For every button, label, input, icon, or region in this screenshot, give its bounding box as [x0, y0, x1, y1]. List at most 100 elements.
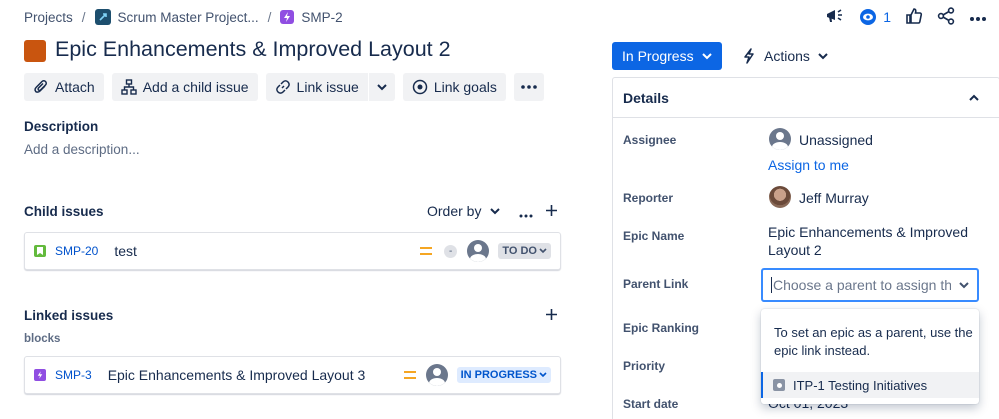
description-field[interactable]: Add a description...	[24, 142, 140, 157]
epic-icon	[34, 369, 46, 381]
priority-label: Priority	[623, 359, 666, 373]
child-issue-row[interactable]: SMP-20 test - TO DO	[24, 232, 561, 270]
status-button-label: In Progress	[622, 48, 694, 64]
add-linked-issue-plus[interactable]	[545, 308, 558, 324]
chevron-down-icon	[539, 248, 547, 254]
child-issue-summary[interactable]: test	[114, 243, 137, 259]
assignee-avatar	[769, 128, 791, 150]
header-actions: 1	[825, 6, 987, 28]
breadcrumb-project[interactable]: Scrum Master Project...	[118, 10, 259, 25]
parent-dropdown-hint: To set an epic as a parent, use the epic…	[774, 325, 973, 358]
breadcrumb-issue[interactable]: SMP-2	[301, 10, 342, 25]
more-icon	[519, 214, 533, 218]
watch-button[interactable]: 1	[859, 8, 891, 26]
assignee-value[interactable]: Unassigned	[799, 132, 873, 148]
child-issues-more-button[interactable]	[519, 205, 533, 221]
priority-medium-icon	[403, 371, 416, 379]
start-date-label: Start date	[623, 397, 679, 411]
add-child-label: Add a child issue	[142, 79, 249, 95]
issue-title[interactable]: Epic Enhancements & Improved Layout 2	[55, 37, 451, 62]
more-icon[interactable]	[969, 9, 987, 25]
link-goals-button[interactable]: Link goals	[402, 73, 506, 101]
breadcrumb-separator: /	[267, 9, 272, 25]
attach-label: Attach	[55, 79, 95, 95]
paperclip-icon	[34, 80, 47, 93]
actions-button[interactable]: Actions	[742, 42, 828, 70]
link-issue-dropdown[interactable]	[368, 73, 395, 101]
child-issue-estimate: -	[444, 244, 458, 258]
add-child-issue-button[interactable]: Add a child issue	[111, 73, 258, 101]
linked-issue-summary[interactable]: Epic Enhancements & Improved Layout 3	[108, 367, 366, 383]
assignee-avatar	[425, 364, 448, 386]
breadcrumb-separator: /	[81, 9, 86, 25]
status-label: IN PROGRESS	[460, 369, 537, 381]
epic-ranking-label: Epic Ranking	[623, 321, 700, 335]
issue-type-icon	[773, 379, 785, 391]
epic-icon	[280, 10, 295, 24]
chevron-down-icon	[539, 372, 547, 378]
details-header[interactable]: Details	[613, 78, 999, 118]
chevron-down-icon	[377, 83, 387, 90]
issue-toolbar: Attach Add a child issue Link issue Link…	[24, 73, 544, 101]
share-icon[interactable]	[937, 6, 955, 28]
epic-name-line1[interactable]: Epic Enhancements & Improved	[768, 224, 968, 240]
story-icon	[34, 245, 46, 257]
chevron-up-icon	[969, 94, 979, 101]
linked-issue-key[interactable]: SMP-3	[55, 368, 92, 382]
issue-type-icon	[24, 40, 46, 62]
more-icon	[521, 85, 537, 89]
details-heading: Details	[623, 89, 669, 106]
order-by-label: Order by	[427, 203, 482, 219]
chevron-down-icon	[490, 207, 501, 214]
eye-icon	[860, 9, 877, 25]
link-issue-split-button: Link issue	[265, 73, 395, 101]
project-icon	[94, 9, 111, 25]
parent-option-label: ITP-1 Testing Initiatives	[793, 377, 928, 393]
attach-button[interactable]: Attach	[24, 73, 104, 101]
hierarchy-icon	[121, 79, 137, 95]
parent-link-dropdown: To set an epic as a parent, use the epic…	[761, 309, 979, 404]
status-label: TO DO	[502, 245, 537, 257]
epic-name-label: Epic Name	[623, 229, 685, 243]
link-issue-label: Link issue	[296, 79, 359, 95]
actions-label: Actions	[764, 48, 810, 64]
breadcrumb: Projects / Scrum Master Project... / SMP…	[24, 8, 343, 26]
watch-count: 1	[883, 9, 891, 25]
child-issue-key[interactable]: SMP-20	[55, 244, 98, 258]
status-lozenge-todo[interactable]: TO DO	[498, 243, 551, 259]
linked-issues-heading: Linked issues	[24, 308, 114, 323]
assign-to-me-link[interactable]: Assign to me	[768, 157, 849, 173]
linked-issue-row[interactable]: SMP-3 Epic Enhancements & Improved Layou…	[24, 356, 561, 394]
reporter-value[interactable]: Jeff Murray	[799, 190, 869, 206]
priority-medium-icon	[420, 247, 433, 255]
chevron-down-icon	[959, 281, 969, 288]
thumbs-up-icon[interactable]	[905, 7, 923, 28]
more-actions-button[interactable]	[513, 73, 544, 101]
parent-option[interactable]: ITP-1 Testing Initiatives	[761, 372, 979, 398]
plus-icon	[546, 205, 557, 216]
epic-name-line2[interactable]: Layout 2	[768, 242, 822, 258]
status-button[interactable]: In Progress	[612, 42, 722, 70]
lightning-icon	[744, 48, 754, 64]
reporter-label: Reporter	[623, 191, 674, 205]
link-goals-label: Link goals	[433, 79, 497, 95]
link-type-label: blocks	[24, 333, 61, 345]
parent-link-select[interactable]: Choose a parent to assign this i	[761, 268, 979, 302]
add-child-issue-plus[interactable]	[545, 204, 558, 220]
child-issues-heading: Child issues	[24, 204, 104, 219]
assignee-label: Assignee	[623, 133, 677, 147]
target-icon	[412, 79, 428, 95]
breadcrumb-projects[interactable]: Projects	[24, 10, 73, 25]
chevron-down-icon	[818, 52, 828, 59]
parent-link-placeholder: Choose a parent to assign this i	[771, 277, 951, 293]
chevron-down-icon	[701, 52, 712, 59]
link-icon	[275, 80, 290, 94]
description-heading: Description	[24, 119, 99, 134]
reporter-avatar	[769, 186, 791, 208]
feedback-icon[interactable]	[825, 7, 845, 28]
link-issue-button[interactable]: Link issue	[265, 73, 368, 101]
plus-icon	[546, 309, 557, 320]
order-by-button[interactable]: Order by	[427, 203, 501, 219]
status-lozenge-in-progress[interactable]: IN PROGRESS	[456, 367, 551, 383]
parent-link-label: Parent Link	[623, 277, 689, 291]
